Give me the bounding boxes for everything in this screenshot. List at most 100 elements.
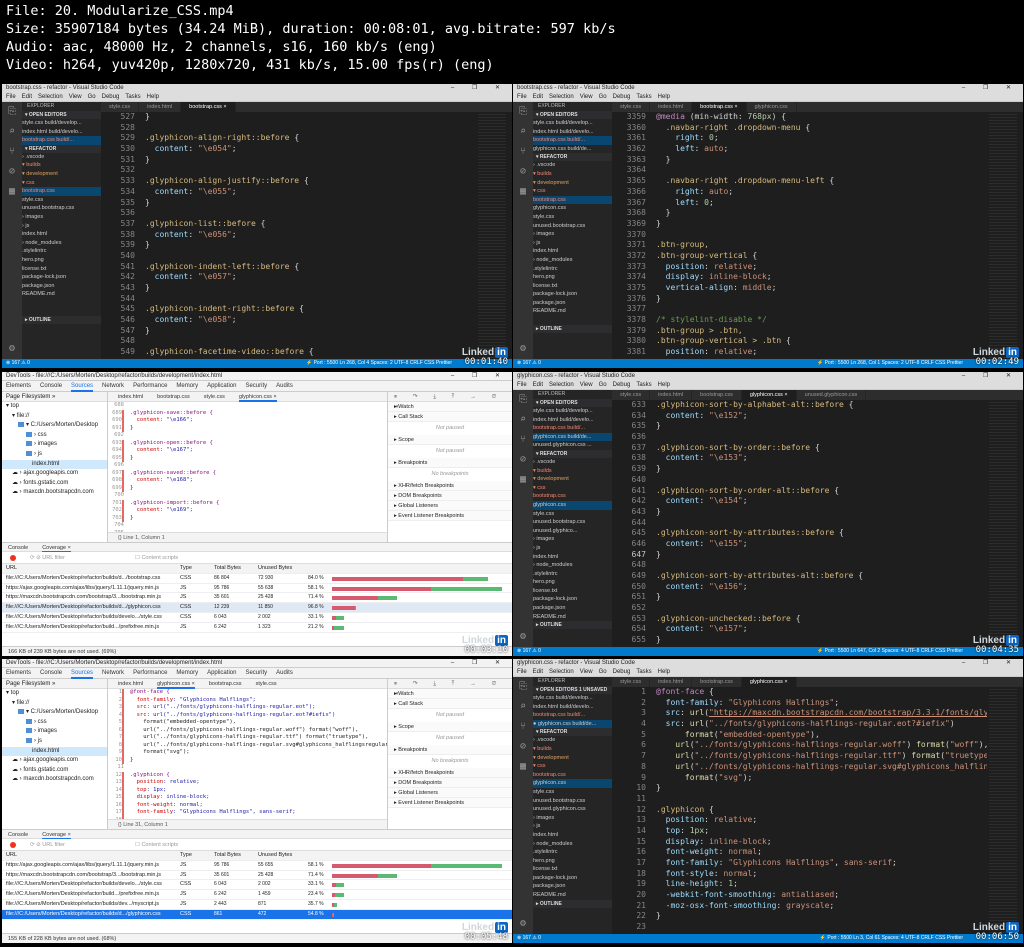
menu-item[interactable]: Debug <box>102 94 120 100</box>
gear-icon[interactable]: ⚙ <box>513 914 533 934</box>
menu-item[interactable]: View <box>580 669 593 675</box>
explorer-item[interactable]: .stylelintrc <box>533 265 612 274</box>
devtools-tab[interactable]: Memory <box>176 383 198 389</box>
reload-icon[interactable]: ⟳ ⊘ <box>30 555 42 561</box>
editor-tab[interactable]: index.html <box>650 390 693 400</box>
editor-tab[interactable]: index.html <box>118 681 143 687</box>
tree-item[interactable]: ☁ › ajax.googleapis.com <box>2 469 107 479</box>
explorer-item[interactable]: ▾ css <box>533 484 612 493</box>
menu-item[interactable]: Tasks <box>636 94 651 100</box>
debugger-section[interactable]: ▸ Watch <box>388 402 512 412</box>
window-controls[interactable]: – ❐ ✕ <box>962 372 1019 381</box>
menu-item[interactable]: Help <box>658 382 670 388</box>
menu-item[interactable]: Tasks <box>636 382 651 388</box>
debugger-section[interactable]: ▸ DOM Breakpoints <box>388 491 512 501</box>
explorer-item[interactable]: ▾ development <box>533 754 612 763</box>
debugger-section[interactable]: ▸ Watch <box>388 689 512 699</box>
explorer-item[interactable]: README.md <box>533 613 612 622</box>
window-controls[interactable]: – ❐ ✕ <box>962 659 1019 668</box>
editor-tab[interactable]: glyphicon.css <box>746 102 797 112</box>
explorer-item[interactable]: › js <box>22 222 101 231</box>
debug-icon[interactable]: ⊘ <box>513 737 533 757</box>
menu-item[interactable]: Selection <box>549 382 574 388</box>
explorer-item[interactable]: › .vscode <box>533 736 612 745</box>
explorer-item[interactable]: ▾ builds <box>533 170 612 179</box>
explorer-item[interactable]: index.html build/develo... <box>533 416 612 425</box>
explorer-item[interactable]: unused.bootstrap.css <box>22 204 101 213</box>
debugger-section[interactable]: ▸ Call Stack <box>388 412 512 422</box>
menu-item[interactable]: Edit <box>533 94 543 100</box>
explorer-item[interactable]: › images <box>533 535 612 544</box>
gear-icon[interactable]: ⚙ <box>513 627 533 647</box>
explorer-item[interactable]: package-lock.json <box>533 874 612 883</box>
explorer-item[interactable]: EXPLORER <box>533 102 612 111</box>
coverage-row[interactable]: file:///C:/Users/Morten/Desktop/refactor… <box>2 909 512 920</box>
explorer-item[interactable]: › .vscode <box>533 161 612 170</box>
editor-tab[interactable]: style.css <box>256 681 277 687</box>
explorer-item[interactable]: index.html build/develo... <box>22 128 101 137</box>
menu-item[interactable]: Selection <box>38 94 63 100</box>
debug-icon[interactable]: ⊘ <box>513 162 533 182</box>
code-editor[interactable]: 633 .glyphicon-sort-by-alphabet-alt::befo… <box>612 400 987 647</box>
explorer-item[interactable]: ▾ OPEN EDITORS 1 UNSAVED <box>533 686 612 694</box>
explorer-item[interactable]: ▾ development <box>533 179 612 188</box>
column-header[interactable]: URL <box>6 851 17 861</box>
devtools-tab[interactable]: Application <box>207 670 236 676</box>
debugger-section[interactable]: ▸ Scope <box>388 435 512 445</box>
explorer-item[interactable]: unused.bootstrap.css <box>533 222 612 231</box>
extensions-icon[interactable]: ▦ <box>513 182 533 202</box>
explorer-item[interactable]: index.html <box>533 831 612 840</box>
menu-item[interactable]: Edit <box>533 669 543 675</box>
menu-item[interactable]: File <box>517 669 527 675</box>
explorer-item[interactable]: ▾ REFACTOR <box>533 728 612 737</box>
explorer-item[interactable]: unused.bootstrap.css <box>533 797 612 806</box>
files-icon[interactable]: ⎘ <box>2 102 22 122</box>
tree-item[interactable]: ☁ › fonts.gstatic.com <box>2 766 107 776</box>
explorer-item[interactable]: bootstrap.css <box>533 195 612 205</box>
explorer-item[interactable]: .stylelintrc <box>533 570 612 579</box>
tree-item[interactable]: ▾ top <box>2 402 107 412</box>
editor-tab[interactable]: index.html <box>650 102 693 112</box>
debugger-section[interactable]: ▸ XHR/fetch Breakpoints <box>388 768 512 778</box>
explorer-item[interactable]: › images <box>533 814 612 823</box>
explorer-item[interactable]: glyphicon.css build/de... <box>533 432 612 442</box>
explorer-item[interactable]: ▾ development <box>22 170 101 179</box>
debugger-section[interactable]: ▸ Global Listeners <box>388 501 512 511</box>
explorer-item[interactable]: › .vscode <box>22 153 101 162</box>
coverage-row[interactable]: file:///C:/Users/Morten/Desktop/refactor… <box>2 880 512 891</box>
devtools-tab[interactable]: Application <box>207 383 236 389</box>
menu-item[interactable]: File <box>517 382 527 388</box>
explorer-item[interactable]: index.html <box>533 247 612 256</box>
explorer-item[interactable]: EXPLORER <box>22 102 101 111</box>
url-filter-input[interactable]: URL filter <box>42 842 65 848</box>
minimap[interactable] <box>989 400 1017 647</box>
editor-tab[interactable]: style.css <box>612 677 651 687</box>
coverage-row[interactable]: file:///C:/Users/Morten/Desktop/refactor… <box>2 890 512 900</box>
explorer-item[interactable]: hero.png <box>533 273 612 282</box>
column-header[interactable]: Total Bytes <box>214 851 241 861</box>
window-controls[interactable]: – ❐ ✕ <box>451 372 508 381</box>
files-icon[interactable]: ⎘ <box>513 390 533 410</box>
explorer-item[interactable]: glyphicon.css <box>533 500 612 510</box>
menu-item[interactable]: Debug <box>613 669 631 675</box>
explorer-item[interactable]: unused.glyphico... <box>533 527 612 536</box>
explorer-item[interactable]: unused.glyphicon.css <box>533 805 612 814</box>
menu-item[interactable]: View <box>69 94 82 100</box>
explorer-item[interactable]: ▾ REFACTOR <box>533 449 612 458</box>
menu-item[interactable]: Help <box>658 669 670 675</box>
tree-item[interactable]: › css <box>2 431 107 441</box>
editor-tab[interactable]: glyphicon.css × <box>741 677 797 687</box>
menu-item[interactable]: File <box>6 94 16 100</box>
explorer-item[interactable]: › js <box>533 239 612 248</box>
coverage-row[interactable]: https://maxcdn.bootstrapcdn.com/bootstra… <box>2 593 512 604</box>
explorer-item[interactable]: README.md <box>22 290 101 299</box>
reload-icon[interactable]: ⟳ ⊘ <box>30 842 42 848</box>
editor-tab[interactable]: glyphicon.css × <box>157 681 195 689</box>
devtools-tab[interactable]: Audits <box>276 670 293 676</box>
explorer-item[interactable]: bootstrap.css <box>533 492 612 501</box>
source-code[interactable]: 1 @font-face {2 font-family: "Glyphicons … <box>108 689 387 819</box>
explorer-item[interactable]: ● glyphicon.css build/de... <box>533 719 612 729</box>
menu-item[interactable]: Selection <box>549 94 574 100</box>
column-header[interactable]: Type <box>180 564 192 574</box>
explorer-item[interactable]: bootstrap.css build/... <box>22 136 101 145</box>
